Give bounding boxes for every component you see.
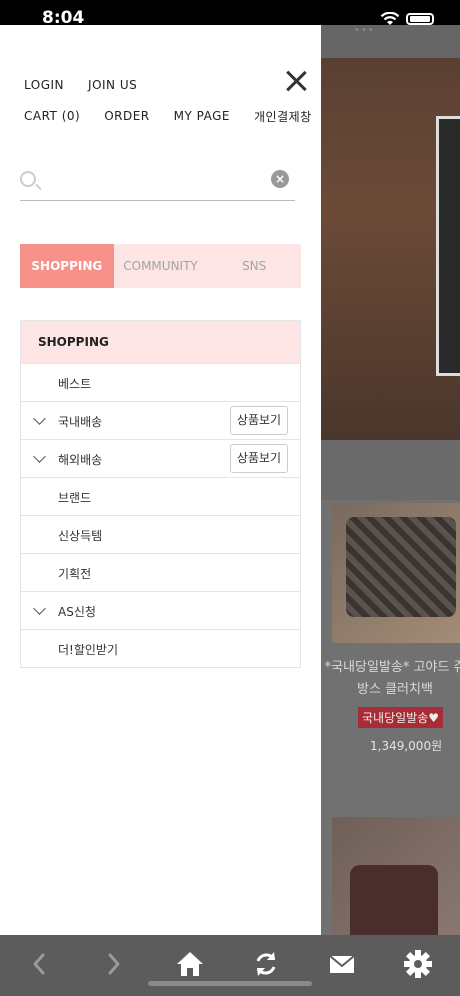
home-icon[interactable]: [175, 949, 205, 979]
close-icon[interactable]: [282, 67, 310, 95]
side-drawer: LOGIN JOIN US CART (0) ORDER MY PAGE 개인결…: [0, 25, 321, 935]
product-name: *국내당일발송* 고야드 쥬방스 클러치백: [324, 660, 460, 697]
chevron-right-icon[interactable]: [99, 949, 129, 979]
home-indicator: [148, 981, 312, 986]
menu-item-label: 신상득템: [58, 529, 103, 543]
search-bar: ×: [20, 165, 295, 201]
personal-payment-link[interactable]: 개인결제창: [254, 108, 312, 125]
background-header: [320, 25, 460, 58]
mail-icon[interactable]: [327, 949, 357, 979]
chevron-down-icon[interactable]: [33, 412, 46, 425]
menu-item-label: 국내배송: [58, 415, 103, 429]
menu-item-exhibition[interactable]: 기획전: [21, 553, 300, 591]
product-image-2: [332, 817, 460, 935]
clear-icon[interactable]: ×: [271, 170, 289, 188]
status-bar: 8:04: [0, 0, 460, 25]
search-input[interactable]: [46, 169, 266, 193]
shop-links-row: CART (0) ORDER MY PAGE 개인결제창: [24, 106, 336, 126]
menu-item-overseas[interactable]: 해외배송 상품보기: [21, 439, 300, 477]
menu-item-as[interactable]: AS신청: [21, 591, 300, 629]
menu-header: SHOPPING: [21, 321, 300, 363]
menu-item-label: 기획전: [58, 567, 92, 581]
order-link[interactable]: ORDER: [104, 109, 149, 123]
menu-item-best[interactable]: 베스트: [21, 363, 300, 401]
menu-item-label: 해외배송: [58, 453, 103, 467]
menu-item-domestic[interactable]: 국내배송 상품보기: [21, 401, 300, 439]
login-link[interactable]: LOGIN: [24, 78, 64, 92]
menu-item-new[interactable]: 신상득템: [21, 515, 300, 553]
refresh-icon[interactable]: [251, 949, 281, 979]
product-price: 1,349,000원: [370, 739, 443, 753]
product-badge: 국내당일발송♥: [358, 707, 443, 728]
menu-item-label: AS신청: [58, 605, 96, 619]
tab-community[interactable]: COMMUNITY: [114, 244, 208, 288]
menu-item-label: 베스트: [58, 377, 92, 391]
background-page: ••• *국내당일발송* 고야드 쥬방스 클러치백 국내당일발송♥ 1,349,…: [320, 25, 460, 935]
join-link[interactable]: JOIN US: [88, 78, 137, 92]
background-band: [320, 440, 460, 500]
hero-frame-image: [436, 116, 460, 376]
search-icon: [20, 171, 36, 187]
menu-item-brand[interactable]: 브랜드: [21, 477, 300, 515]
hero-banner: [320, 58, 460, 440]
menu-item-discount[interactable]: 더!할인받기: [21, 629, 300, 667]
view-products-button[interactable]: 상품보기: [230, 406, 288, 435]
menu-item-label: 더!할인받기: [58, 643, 119, 657]
menu-tabs: SHOPPING COMMUNITY SNS: [20, 244, 301, 288]
product-bag-image-2: [350, 865, 438, 935]
battery-icon: [406, 13, 434, 25]
mypage-link[interactable]: MY PAGE: [174, 109, 230, 123]
chevron-down-icon[interactable]: [33, 450, 46, 463]
background-dots: •••: [354, 25, 375, 36]
cart-link[interactable]: CART (0): [24, 109, 80, 123]
chevron-down-icon[interactable]: [33, 602, 46, 615]
view-products-button[interactable]: 상품보기: [230, 444, 288, 473]
status-time: 8:04: [42, 10, 85, 25]
menu-item-label: 브랜드: [58, 491, 92, 505]
gear-icon[interactable]: [403, 949, 433, 979]
wifi-icon: [380, 12, 400, 25]
product-bag-image: [346, 517, 456, 617]
tab-shopping[interactable]: SHOPPING: [20, 244, 114, 288]
tab-sns[interactable]: SNS: [207, 244, 301, 288]
chevron-left-icon[interactable]: [24, 949, 54, 979]
bottom-toolbar: [0, 935, 460, 996]
category-menu: SHOPPING 베스트 국내배송 상품보기 해외배송 상품보기 브랜드 신상득…: [20, 320, 301, 668]
product-image: [332, 503, 460, 643]
